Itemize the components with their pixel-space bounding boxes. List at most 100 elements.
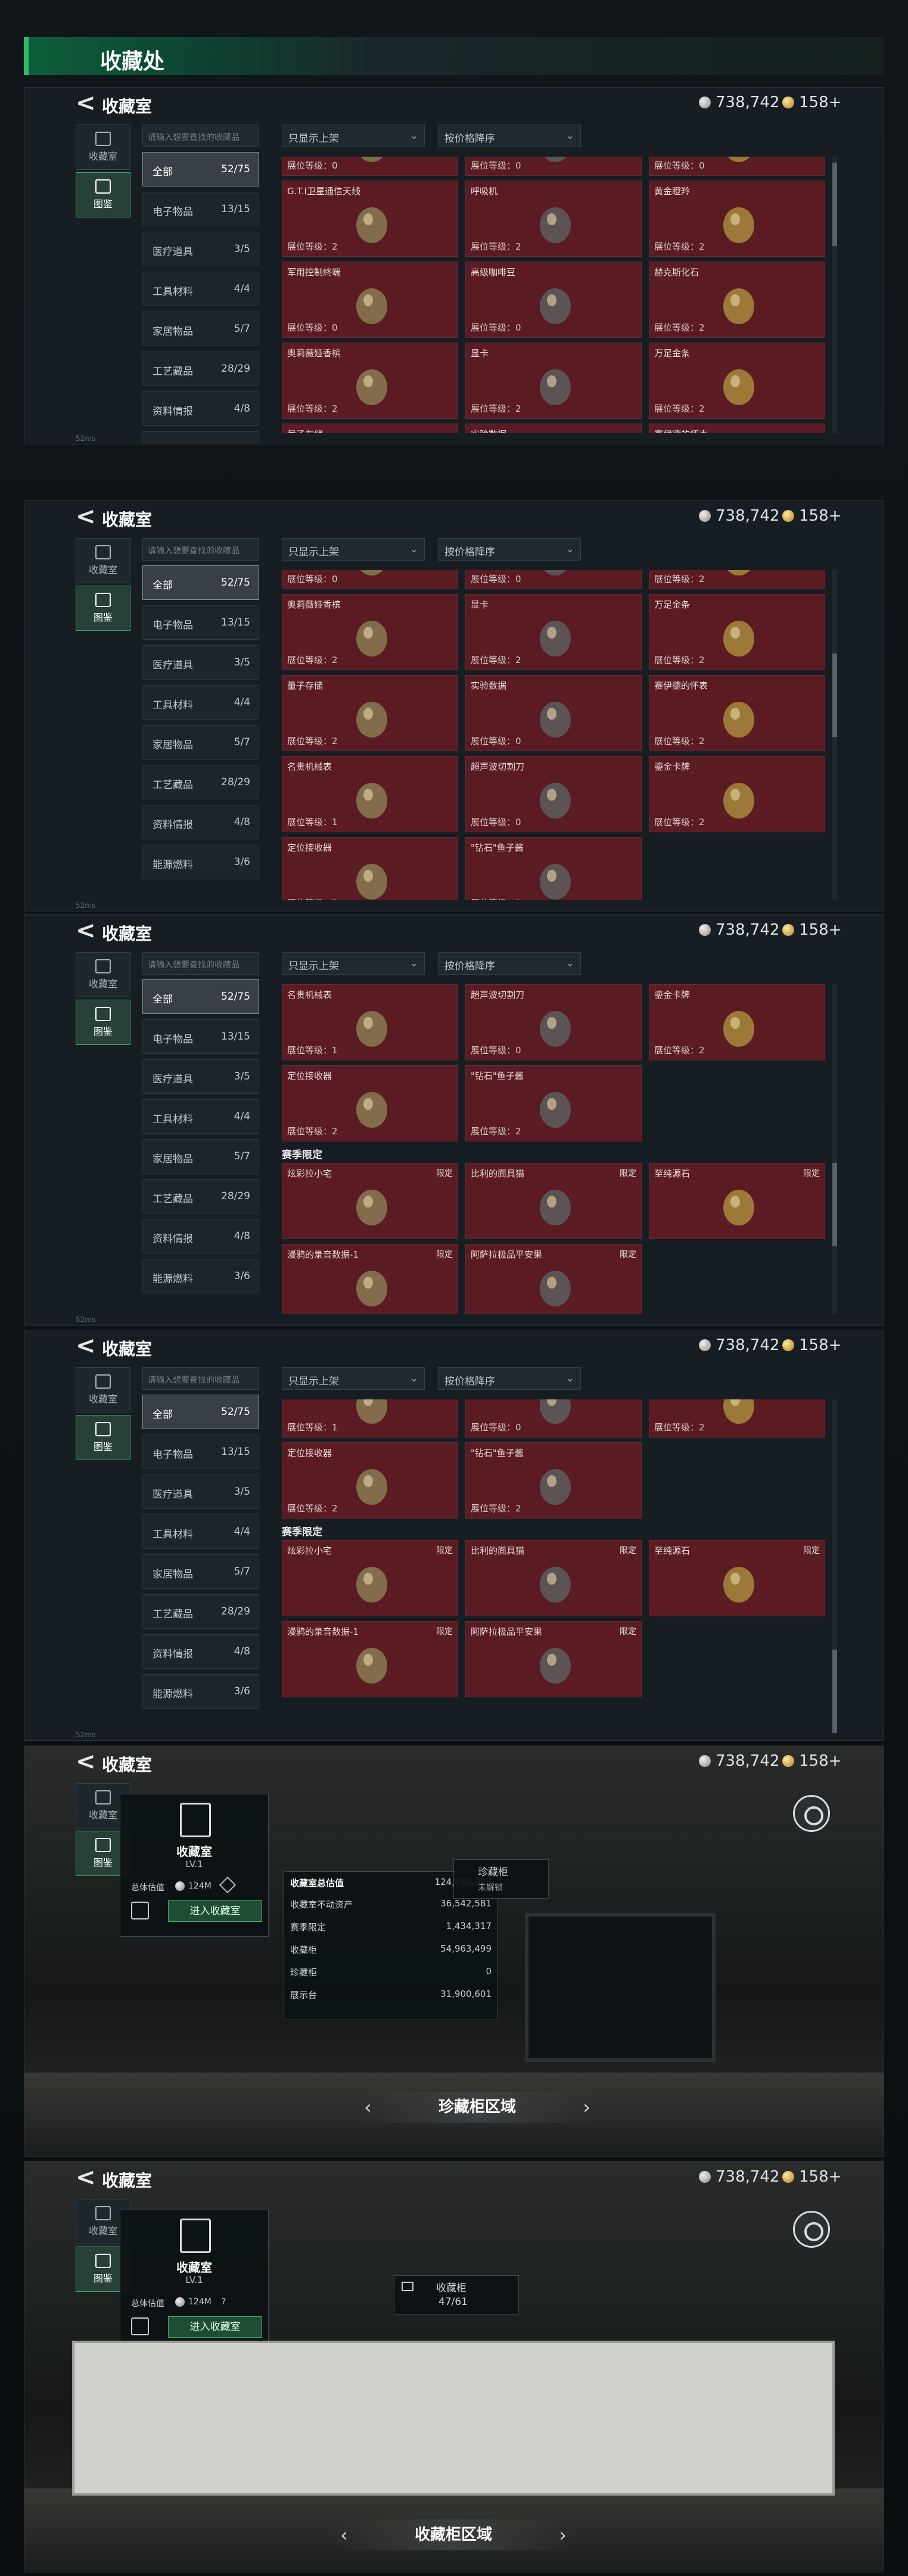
- collection-item-card[interactable]: 显卡 展位等级：2: [465, 343, 642, 419]
- category-item[interactable]: 资料情报 4/8: [142, 805, 259, 839]
- collection-item-card[interactable]: 实验数据展位等级：0: [465, 675, 642, 751]
- collection-item-card[interactable]: 量子存储展位等级：2: [282, 424, 458, 433]
- collection-item-card[interactable]: 显卡 展位等级：2: [465, 594, 642, 670]
- category-item[interactable]: 能源燃料 3/6: [142, 1259, 259, 1293]
- sort-dropdown[interactable]: 按价格降序 ⌄: [438, 952, 581, 975]
- tab-catalog[interactable]: 图鉴: [76, 172, 130, 217]
- tab-catalog[interactable]: 图鉴: [76, 586, 130, 631]
- category-item[interactable]: 电子物品 13/15: [142, 192, 259, 226]
- collection-item-card[interactable]: 至纯源石 限定: [649, 1163, 825, 1239]
- info-icon[interactable]: [219, 1876, 237, 1894]
- collection-item-card[interactable]: 炫彩拉小宅 限定: [282, 1540, 458, 1616]
- collection-item-card[interactable]: 展位等级：0: [649, 157, 825, 176]
- collection-item-card[interactable]: 定位接收器展位等级：2: [282, 1442, 458, 1519]
- next-area-arrow[interactable]: ›: [583, 2092, 590, 2123]
- collection-item-card[interactable]: 超声波切割刀 展位等级：0: [465, 984, 642, 1060]
- collection-item-card[interactable]: 万足金条 展位等级：2: [649, 343, 825, 419]
- collection-item-card[interactable]: 比利的面具猫 限定: [465, 1163, 642, 1239]
- grid-scrollbar[interactable]: [832, 984, 837, 1314]
- category-item[interactable]: 全部 52/75: [142, 565, 259, 600]
- category-item[interactable]: 资料情报 4/8: [142, 1634, 259, 1669]
- scrollbar-thumb[interactable]: [832, 654, 837, 737]
- collection-item-card[interactable]: 展位等级：2: [649, 1399, 825, 1438]
- category-item[interactable]: 家居物品 5/7: [142, 1554, 259, 1589]
- vault-label[interactable]: 珍藏柜 未解锁: [453, 1859, 549, 1899]
- sort-dropdown[interactable]: 按价格降序 ⌄: [438, 1367, 581, 1390]
- collection-item-card[interactable]: 展位等级：0: [465, 157, 642, 176]
- shelf-filter-dropdown[interactable]: 只显示上架 ⌄: [282, 538, 425, 561]
- collection-item-card[interactable]: 展位等级：0: [282, 570, 458, 589]
- category-item[interactable]: 全部 52/75: [142, 1395, 259, 1429]
- tab-catalog[interactable]: 图鉴: [76, 1415, 130, 1460]
- category-item[interactable]: 工具材料 4/4: [142, 685, 259, 720]
- category-item[interactable]: 资料情报 4/8: [142, 391, 259, 426]
- back-icon[interactable]: <: [76, 1334, 96, 1358]
- category-item[interactable]: 工艺藏品 28/29: [142, 351, 259, 386]
- room-enter-icon[interactable]: [131, 1902, 149, 1919]
- collection-item-card[interactable]: 鎏金卡牌 展位等级：2: [649, 984, 825, 1060]
- category-item[interactable]: 家居物品 5/7: [142, 725, 259, 760]
- collection-item-card[interactable]: 漫鸦的录音数据-1 限定: [282, 1244, 458, 1314]
- tab-collection-room[interactable]: 收藏室: [76, 538, 130, 583]
- enter-room-button[interactable]: 进入收藏室: [168, 2316, 262, 2338]
- collection-item-card[interactable]: 炫彩拉小宅 限定: [282, 1163, 458, 1239]
- back-icon[interactable]: <: [76, 919, 96, 942]
- category-item[interactable]: 工具材料 4/4: [142, 272, 259, 306]
- category-item[interactable]: 家居物品 5/7: [142, 1139, 259, 1174]
- collection-item-card[interactable]: 黄金瞪羚 展位等级：2: [649, 181, 825, 257]
- category-item[interactable]: 能源燃料 3/6: [142, 1674, 259, 1709]
- grid-scrollbar[interactable]: [832, 157, 837, 433]
- category-item[interactable]: 医疗道具 3/5: [142, 232, 259, 266]
- shelf-filter-dropdown[interactable]: 只显示上架 ⌄: [282, 952, 425, 975]
- collection-item-card[interactable]: 赛伊德的怀表展位等级：2: [649, 675, 825, 751]
- tab-collection-room[interactable]: 收藏室: [76, 125, 130, 170]
- settings-icon[interactable]: [793, 2211, 830, 2248]
- category-item[interactable]: 能源燃料 3/6: [142, 845, 259, 879]
- collection-item-card[interactable]: 赫克斯化石 展位等级：2: [649, 262, 825, 338]
- collection-item-card[interactable]: 呼吸机 展位等级：2: [465, 181, 642, 257]
- collection-item-card[interactable]: 赛伊德的怀表展位等级：2: [649, 424, 825, 433]
- prev-area-arrow[interactable]: ‹: [340, 2519, 348, 2550]
- scrollbar-thumb[interactable]: [832, 1163, 837, 1246]
- category-item[interactable]: 医疗道具 3/5: [142, 1059, 259, 1094]
- shelf-filter-dropdown[interactable]: 只显示上架 ⌄: [282, 1367, 425, 1390]
- category-item[interactable]: 工艺藏品 28/29: [142, 1594, 259, 1629]
- category-item[interactable]: 医疗道具 3/5: [142, 645, 259, 680]
- collection-item-card[interactable]: 名贵机械表 展位等级：1: [282, 756, 458, 832]
- collection-item-card[interactable]: 定位接收器展位等级：2: [282, 1065, 458, 1141]
- category-item[interactable]: 电子物品 13/15: [142, 605, 259, 640]
- collection-item-card[interactable]: 展位等级：0: [465, 570, 642, 589]
- enter-room-button[interactable]: 进入收藏室: [168, 1900, 262, 1922]
- back-icon[interactable]: <: [76, 91, 96, 115]
- category-item[interactable]: 全部 52/75: [142, 979, 259, 1014]
- collection-item-card[interactable]: 鎏金卡牌 展位等级：2: [649, 756, 825, 832]
- collection-item-card[interactable]: 漫鸦的录音数据-1 限定: [282, 1621, 458, 1697]
- tab-catalog[interactable]: 图鉴: [76, 1000, 130, 1045]
- collection-item-card[interactable]: 万足金条 展位等级：2: [649, 594, 825, 670]
- category-item[interactable]: 资料情报 4/8: [142, 1219, 259, 1253]
- back-icon[interactable]: <: [76, 505, 96, 528]
- collection-item-card[interactable]: 超声波切割刀 展位等级：0: [465, 756, 642, 832]
- collection-item-card[interactable]: 奥莉薇娅香槟 展位等级：2: [282, 594, 458, 670]
- search-input[interactable]: 请输入想要查找的收藏品: [142, 125, 259, 147]
- collection-item-card[interactable]: 高级咖啡豆 展位等级：0: [465, 262, 642, 338]
- collection-item-card[interactable]: 展位等级：0: [282, 157, 458, 176]
- back-icon[interactable]: <: [76, 2166, 96, 2189]
- cabinet-label[interactable]: 收藏柜 47/61: [394, 2275, 519, 2314]
- collection-item-card[interactable]: 展位等级：2: [649, 570, 825, 589]
- collection-item-card[interactable]: 比利的面具猫 限定: [465, 1540, 642, 1616]
- scrollbar-thumb[interactable]: [832, 163, 837, 246]
- collection-item-card[interactable]: 至纯源石 限定: [649, 1540, 825, 1616]
- category-item[interactable]: 工具材料 4/4: [142, 1099, 259, 1134]
- category-item[interactable]: 电子物品 13/15: [142, 1019, 259, 1054]
- sort-dropdown[interactable]: 按价格降序 ⌄: [438, 538, 581, 561]
- grid-scrollbar[interactable]: [832, 570, 837, 900]
- back-icon[interactable]: <: [76, 1750, 96, 1774]
- room-enter-icon[interactable]: [131, 2317, 149, 2335]
- category-item[interactable]: 能源燃料 3/6: [142, 431, 259, 444]
- collection-item-card[interactable]: "钻石"鱼子酱展位等级：2: [465, 837, 642, 900]
- collection-item-card[interactable]: 军用控制终端 展位等级：0: [282, 262, 458, 338]
- grid-scrollbar[interactable]: [832, 1399, 837, 1733]
- prev-area-arrow[interactable]: ‹: [364, 2092, 372, 2123]
- collection-item-card[interactable]: 定位接收器展位等级：2: [282, 837, 458, 900]
